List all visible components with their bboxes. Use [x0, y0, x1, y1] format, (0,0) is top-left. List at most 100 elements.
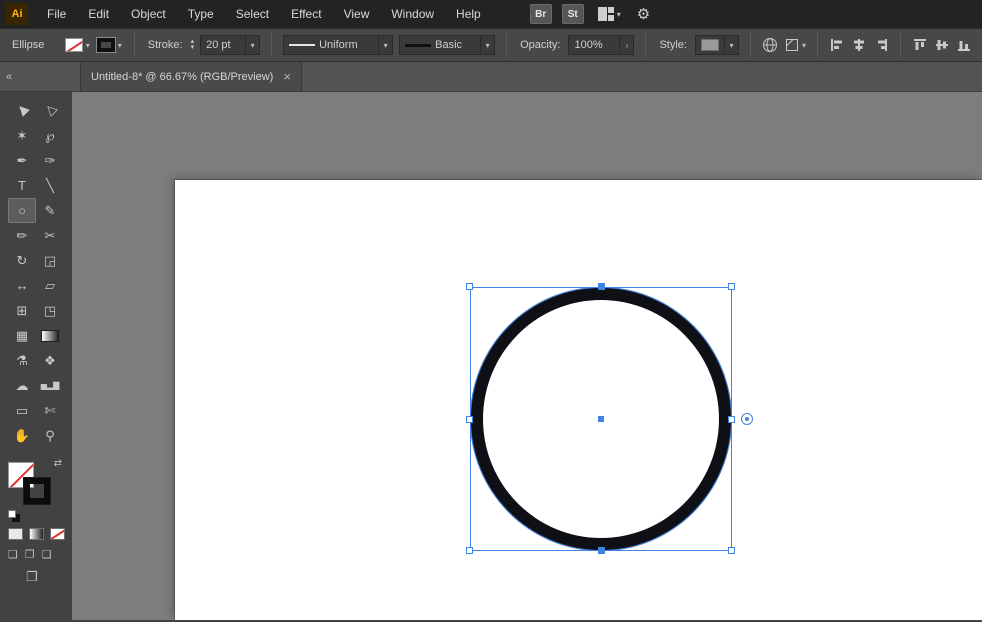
- chevron-down-icon[interactable]: ▾: [724, 35, 739, 55]
- selection-handle-nw[interactable]: [466, 283, 473, 290]
- tool-column-graph[interactable]: ▅▂▇: [36, 373, 64, 398]
- stroke-swatch[interactable]: [23, 477, 51, 505]
- tool-rotate[interactable]: ↻: [8, 248, 36, 273]
- tool-mesh[interactable]: ▦: [8, 323, 36, 348]
- stroke-swatch-icon: [95, 37, 116, 53]
- align-bottom-button[interactable]: [956, 37, 972, 53]
- tool-type[interactable]: T: [8, 173, 36, 198]
- menu-effect[interactable]: Effect: [280, 0, 332, 28]
- align-horizontal-center-button[interactable]: [851, 37, 867, 53]
- tool-eyedropper[interactable]: ⚗: [8, 348, 36, 373]
- bridge-button[interactable]: Br: [529, 4, 552, 24]
- stock-button[interactable]: St: [561, 4, 584, 24]
- tool-hand[interactable]: ✋: [8, 423, 36, 448]
- menu-object[interactable]: Object: [120, 0, 177, 28]
- control-bar: Ellipse ▾ ▾ Stroke: ▴ ▾ 20 pt ▾ Uniform …: [0, 28, 982, 62]
- stroke-label: Stroke:: [147, 39, 183, 51]
- tool-list: ▶ ▷ ✶ ℘ ✒ ✑ T ╲ ○ ✎ ✏ ✂ ↻ ◲ ↔ ▱ ⊞ ◳ ▦ ⚗ …: [0, 98, 72, 448]
- selection-handle-s[interactable]: [598, 547, 605, 554]
- draw-behind-icon[interactable]: ❐: [25, 548, 35, 561]
- tool-blend[interactable]: ❖: [36, 348, 64, 373]
- document-setup-button[interactable]: [762, 37, 778, 53]
- width-profile-dropdown[interactable]: Uniform ▾: [283, 35, 394, 55]
- tool-curvature[interactable]: ✑: [36, 148, 64, 173]
- menu-help[interactable]: Help: [445, 0, 492, 28]
- menu-bar: Ai File Edit Object Type Select Effect V…: [0, 0, 982, 28]
- divider: [133, 33, 135, 57]
- selection-handle-e[interactable]: [728, 416, 735, 423]
- chevron-down-icon[interactable]: ▾: [481, 35, 496, 55]
- document-tab-bar: Untitled-8* @ 66.67% (RGB/Preview) ×: [72, 62, 982, 92]
- brush-value: Basic: [435, 39, 463, 51]
- gear-icon[interactable]: ⚙: [637, 5, 650, 23]
- tool-perspective-grid[interactable]: ◳: [36, 298, 64, 323]
- none-button[interactable]: [50, 528, 65, 540]
- align-right-button[interactable]: [873, 37, 889, 53]
- tool-scissors[interactable]: ✂: [36, 223, 64, 248]
- tool-scale[interactable]: ◲: [36, 248, 64, 273]
- color-button[interactable]: [8, 528, 23, 540]
- gradient-button[interactable]: [29, 528, 44, 540]
- selection-handle-sw[interactable]: [466, 547, 473, 554]
- tool-line-segment[interactable]: ╲: [36, 173, 64, 198]
- align-top-button[interactable]: [912, 37, 928, 53]
- swap-fill-stroke-icon[interactable]: ⇄: [54, 458, 62, 469]
- document-area: Untitled-8* @ 66.67% (RGB/Preview) ×: [72, 62, 982, 620]
- stroke-color-dropdown[interactable]: ▾: [95, 37, 123, 53]
- chevron-down-icon[interactable]: ▾: [379, 35, 394, 55]
- tool-zoom[interactable]: ⚲: [36, 423, 64, 448]
- menu-file[interactable]: File: [36, 0, 77, 28]
- screen-mode-button[interactable]: ❒: [26, 569, 72, 585]
- tool-symbol-sprayer[interactable]: ☁: [8, 373, 36, 398]
- align-vertical-center-button[interactable]: [934, 37, 950, 53]
- workspace: « ▶ ▷ ✶ ℘ ✒ ✑ T ╲ ○ ✎ ✏ ✂ ↻ ◲ ↔ ▱ ⊞ ◳ ▦ …: [0, 62, 982, 620]
- align-left-icon: [831, 39, 842, 51]
- menu-type[interactable]: Type: [177, 0, 225, 28]
- opacity-field[interactable]: 100% ›: [568, 35, 635, 55]
- selection-handle-se[interactable]: [728, 547, 735, 554]
- menu-select[interactable]: Select: [225, 0, 280, 28]
- align-horizontal-center-icon: [854, 39, 864, 51]
- collapse-panel-icon[interactable]: «: [6, 71, 12, 83]
- tool-free-transform[interactable]: ▱: [36, 273, 64, 298]
- tool-pencil[interactable]: ✏: [8, 223, 36, 248]
- selection-handle-ne[interactable]: [728, 283, 735, 290]
- draw-inside-icon[interactable]: ❑: [42, 548, 52, 561]
- fill-color-dropdown[interactable]: ▾: [64, 38, 91, 52]
- uniform-width-preview-icon: [289, 44, 316, 46]
- tool-pen[interactable]: ✒: [8, 148, 36, 173]
- align-left-button[interactable]: [829, 37, 845, 53]
- tool-slice[interactable]: ✄: [36, 398, 64, 423]
- chevron-down-icon[interactable]: ▾: [246, 35, 261, 55]
- menu-edit[interactable]: Edit: [77, 0, 120, 28]
- menu-window[interactable]: Window: [380, 0, 445, 28]
- tool-shape-builder[interactable]: ⊞: [8, 298, 36, 323]
- document-tab[interactable]: Untitled-8* @ 66.67% (RGB/Preview) ×: [80, 62, 302, 91]
- style-dropdown[interactable]: ▾: [694, 35, 739, 55]
- globe-icon: [762, 38, 777, 52]
- brush-dropdown[interactable]: Basic ▾: [399, 35, 496, 55]
- arrange-documents-button[interactable]: ▾: [597, 7, 621, 21]
- tool-paintbrush[interactable]: ✎: [36, 198, 64, 223]
- menu-view[interactable]: View: [333, 0, 381, 28]
- canvas[interactable]: [72, 92, 982, 620]
- tool-artboard[interactable]: ▭: [8, 398, 36, 423]
- opacity-value: 100%: [574, 39, 603, 51]
- stroke-weight-stepper[interactable]: ▴ ▾: [191, 38, 195, 51]
- tool-gradient[interactable]: [36, 323, 64, 348]
- stepper-down-icon[interactable]: ▾: [191, 44, 195, 51]
- transform-options-button[interactable]: ▾: [784, 37, 806, 53]
- live-shape-pie-widget[interactable]: [741, 413, 753, 425]
- chevron-down-icon: ▾: [85, 40, 90, 50]
- default-fill-stroke-icon[interactable]: [8, 510, 16, 518]
- selection-center-point[interactable]: [598, 416, 604, 422]
- tool-ellipse[interactable]: ○: [8, 198, 36, 223]
- tool-width[interactable]: ↔: [8, 273, 36, 298]
- selection-handle-n[interactable]: [598, 283, 605, 290]
- stroke-weight-dropdown[interactable]: 20 pt ▾: [200, 35, 261, 55]
- divider: [506, 33, 508, 57]
- submenu-arrow-icon[interactable]: ›: [620, 35, 635, 55]
- close-icon[interactable]: ×: [283, 69, 291, 84]
- draw-normal-icon[interactable]: ❏: [8, 548, 18, 561]
- selection-handle-w[interactable]: [466, 416, 473, 423]
